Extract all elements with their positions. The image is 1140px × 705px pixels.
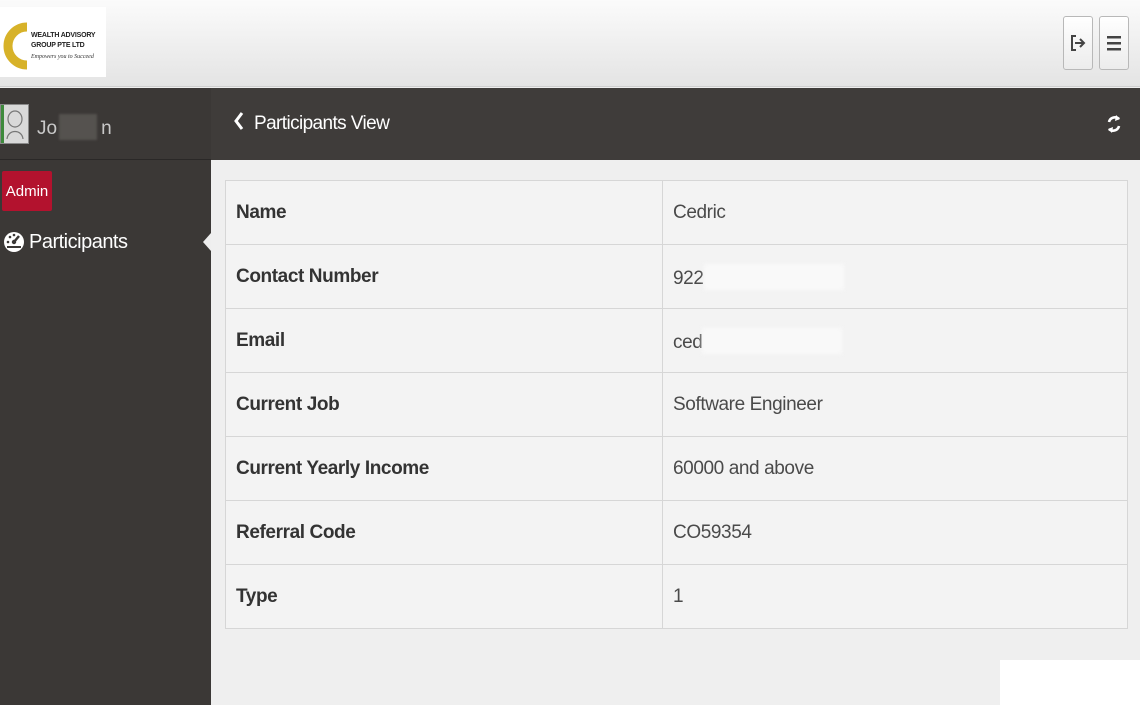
- dashboard-icon: [3, 231, 25, 253]
- table-row: Referral Code CO59354: [225, 500, 1128, 565]
- redacted-text: [702, 327, 843, 354]
- main-content: Name Cedric Contact Number 922 Email ced…: [211, 160, 1140, 705]
- table-row: Email ced: [225, 308, 1128, 373]
- user-name: Jo n: [37, 114, 112, 140]
- row-label: Type: [225, 564, 663, 629]
- logo-ring-icon: [3, 22, 28, 70]
- row-value-cell: 922: [662, 244, 1128, 309]
- logo-line-2: GROUP PTE LTD: [31, 42, 85, 49]
- row-label: Current Job: [225, 372, 663, 437]
- row-label: Contact Number: [225, 244, 663, 309]
- row-label: Name: [225, 180, 663, 245]
- active-pointer: [203, 233, 211, 251]
- role-badge: Admin: [2, 171, 52, 211]
- row-value: Software Engineer: [662, 372, 1128, 437]
- top-header: WEALTH ADVISORY GROUP PTE LTD Empowers y…: [0, 0, 1140, 87]
- table-row: Current Job Software Engineer: [225, 372, 1128, 437]
- company-logo[interactable]: WEALTH ADVISORY GROUP PTE LTD Empowers y…: [0, 7, 106, 77]
- table-row: Current Yearly Income 60000 and above: [225, 436, 1128, 501]
- row-label: Current Yearly Income: [225, 436, 663, 501]
- user-name-end: n: [101, 118, 112, 139]
- corner-overlay: [1000, 660, 1140, 705]
- row-value: CO59354: [662, 500, 1128, 565]
- table-row: Contact Number 922: [225, 244, 1128, 309]
- menu-button[interactable]: [1099, 16, 1129, 70]
- row-value-cell: ced: [662, 308, 1128, 373]
- user-name-start: Jo: [37, 118, 58, 139]
- page-title[interactable]: Participants View: [254, 113, 390, 135]
- page-header-bar: Participants View: [211, 88, 1140, 160]
- avatar[interactable]: [0, 104, 29, 144]
- table-row: Type 1: [225, 564, 1128, 629]
- row-value: ced: [673, 331, 703, 353]
- logo-line-1: WEALTH ADVISORY: [31, 32, 96, 39]
- logo-tagline: Empowers you to Succeed: [31, 54, 94, 60]
- menu-icon: [1107, 36, 1121, 51]
- redacted-text: [703, 263, 844, 290]
- logout-icon: [1071, 35, 1086, 51]
- sidebar: Jo n Admin Participants: [0, 88, 211, 705]
- row-value: 1: [662, 564, 1128, 629]
- logout-button[interactable]: [1063, 16, 1093, 70]
- row-label: Email: [225, 308, 663, 373]
- refresh-icon[interactable]: [1106, 112, 1122, 141]
- table-row: Name Cedric: [225, 180, 1128, 245]
- participant-details-table: Name Cedric Contact Number 922 Email ced…: [225, 180, 1128, 629]
- row-value: 60000 and above: [662, 436, 1128, 501]
- sidebar-item-label: Participants: [29, 230, 128, 253]
- row-value: 922: [673, 267, 704, 289]
- chevron-left-icon[interactable]: [234, 111, 244, 136]
- redacted-text: [59, 114, 98, 140]
- sidebar-item-participants[interactable]: Participants: [3, 225, 211, 259]
- user-avatar-icon: [6, 110, 24, 139]
- user-profile[interactable]: Jo n: [0, 88, 211, 160]
- row-label: Referral Code: [225, 500, 663, 565]
- row-value: Cedric: [662, 180, 1128, 245]
